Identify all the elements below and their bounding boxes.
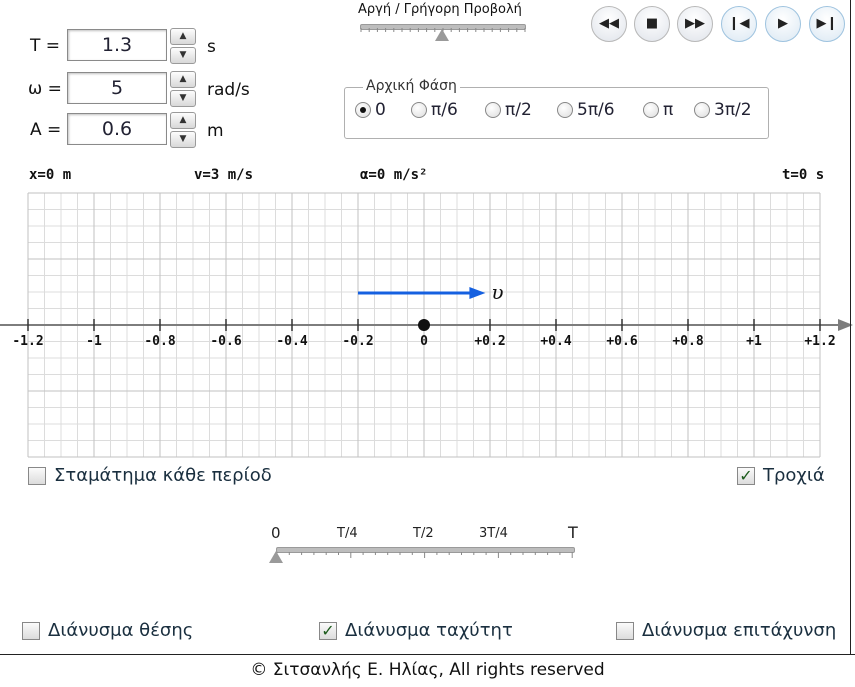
period-slider-label-0: 0 — [271, 524, 281, 542]
chevron-down-icon[interactable]: ▼ — [170, 131, 196, 148]
velocity-readout: v=3 m/s — [194, 167, 254, 183]
checkbox-unchecked-icon[interactable] — [616, 621, 634, 640]
checkmark-icon[interactable]: ✓ — [319, 621, 337, 640]
checkbox-unchecked-icon[interactable] — [22, 621, 40, 640]
amplitude-field[interactable]: 0.6 — [67, 113, 167, 145]
radio-icon[interactable] — [643, 102, 659, 118]
x-tick-label: +0.6 — [606, 334, 637, 349]
chevron-up-icon[interactable]: ▲ — [170, 71, 196, 88]
chevron-up-icon[interactable]: ▲ — [170, 112, 196, 129]
x-tick-label: -0.6 — [210, 334, 241, 349]
checkbox-unchecked-icon[interactable] — [28, 466, 46, 485]
omega-field[interactable]: 5 — [67, 72, 167, 104]
stop-button[interactable]: ■ — [634, 6, 670, 42]
motion-plot: -1.2 -1 -0.8 -0.6 -0.4 -0.2 0 +0.2 +0.4 +0.6 +0.8 +… — [0, 192, 853, 458]
position-readout: x=0 m — [29, 167, 72, 183]
chevron-up-icon[interactable]: ▲ — [170, 28, 196, 45]
phase-option-pi[interactable]: π — [643, 99, 683, 121]
radio-icon[interactable] — [485, 102, 501, 118]
phase-option-5pi6[interactable]: 5π/6 — [557, 99, 620, 121]
initial-phase-title: Αρχική Φάση — [363, 78, 460, 94]
x-tick-label: 0 — [420, 334, 428, 349]
omega-unit: rad/s — [207, 80, 250, 100]
fast-forward-icon: ▶▶ — [685, 16, 705, 31]
amplitude-label: A = — [30, 120, 62, 140]
velocity-vector-label: υ — [491, 280, 503, 304]
phase-option-3pi2[interactable]: 3π/2 — [694, 99, 758, 121]
radio-icon[interactable] — [411, 102, 427, 118]
period-slider-thumb[interactable] — [269, 551, 283, 563]
omega-stepper[interactable]: ▲ ▼ — [170, 71, 196, 107]
period-slider-label-t2: T/2 — [413, 526, 434, 541]
phase-option-0[interactable]: 0 — [355, 99, 410, 121]
x-tick-label: +1.2 — [804, 334, 835, 349]
x-tick-label: +0.8 — [672, 334, 703, 349]
velocity-vector-checkbox[interactable]: ✓ Διάνυσμα ταχύτητ — [319, 620, 529, 641]
radio-selected-icon[interactable] — [355, 102, 371, 118]
fast-forward-button[interactable]: ▶▶ — [677, 6, 713, 42]
step-back-button[interactable]: ❙◀ — [721, 6, 757, 42]
stop-each-period-checkbox[interactable]: Σταμάτημα κάθε περίοδ — [28, 465, 290, 486]
radio-icon[interactable] — [694, 102, 710, 118]
x-tick-label: -0.2 — [342, 334, 373, 349]
chevron-down-icon[interactable]: ▼ — [170, 47, 196, 64]
step-forward-icon: ▶❙ — [816, 16, 838, 31]
period-slider-ticks — [276, 552, 573, 558]
acceleration-vector-checkbox[interactable]: Διάνυσμα επιτάχυνση — [616, 620, 855, 641]
phase-option-pi6[interactable]: π/6 — [411, 99, 473, 121]
step-forward-button[interactable]: ▶❙ — [809, 6, 845, 42]
play-button[interactable]: ▶ — [765, 6, 801, 42]
footer: © Σιτσανλής Ε. Ηλίας, All rights reserve… — [0, 654, 855, 687]
phase-option-pi2[interactable]: π/2 — [485, 99, 549, 121]
rewind-icon: ◀◀ — [599, 16, 619, 31]
period-unit: s — [207, 37, 216, 57]
velocity-vector-arrowhead — [469, 287, 486, 299]
omega-label: ω = — [28, 79, 62, 99]
time-readout: t=0 s — [782, 167, 825, 183]
checkmark-icon[interactable]: ✓ — [737, 466, 755, 485]
chevron-down-icon[interactable]: ▼ — [170, 90, 196, 107]
x-tick-label: +0.4 — [540, 334, 571, 349]
period-slider-label-t: T — [568, 523, 578, 542]
period-slider-label-3t4: 3T/4 — [479, 526, 508, 541]
speed-title: Αργή / Γρήγορη Προβολή — [358, 2, 522, 17]
amplitude-stepper[interactable]: ▲ ▼ — [170, 112, 196, 148]
step-back-icon: ❙◀ — [728, 16, 750, 31]
period-label: T = — [30, 36, 61, 56]
copyright-text: © Σιτσανλής Ε. Ηλίας, All rights reserve… — [250, 660, 605, 680]
period-slider-label-t4: T/4 — [337, 526, 358, 541]
stop-icon: ■ — [645, 16, 659, 31]
x-tick-label: -0.8 — [144, 334, 175, 349]
speed-slider-thumb[interactable] — [435, 29, 449, 41]
acceleration-readout: α=0 m/s² — [360, 167, 428, 183]
window-right-border — [850, 0, 851, 654]
x-tick-label: -1 — [86, 334, 102, 349]
x-tick-label: -1.2 — [12, 334, 43, 349]
rewind-button[interactable]: ◀◀ — [591, 6, 627, 42]
amplitude-unit: m — [207, 121, 224, 141]
x-tick-label: +0.2 — [474, 334, 505, 349]
particle-dot — [418, 319, 430, 331]
position-vector-checkbox[interactable]: Διάνυσμα θέσης — [22, 620, 242, 641]
radio-icon[interactable] — [557, 102, 573, 118]
x-tick-label: -0.4 — [276, 334, 307, 349]
period-field[interactable]: 1.3 — [67, 29, 167, 61]
period-stepper[interactable]: ▲ ▼ — [170, 28, 196, 64]
x-tick-label: +1 — [746, 334, 762, 349]
trajectory-checkbox[interactable]: ✓ Τροχιά — [737, 465, 842, 486]
play-icon: ▶ — [778, 16, 788, 31]
